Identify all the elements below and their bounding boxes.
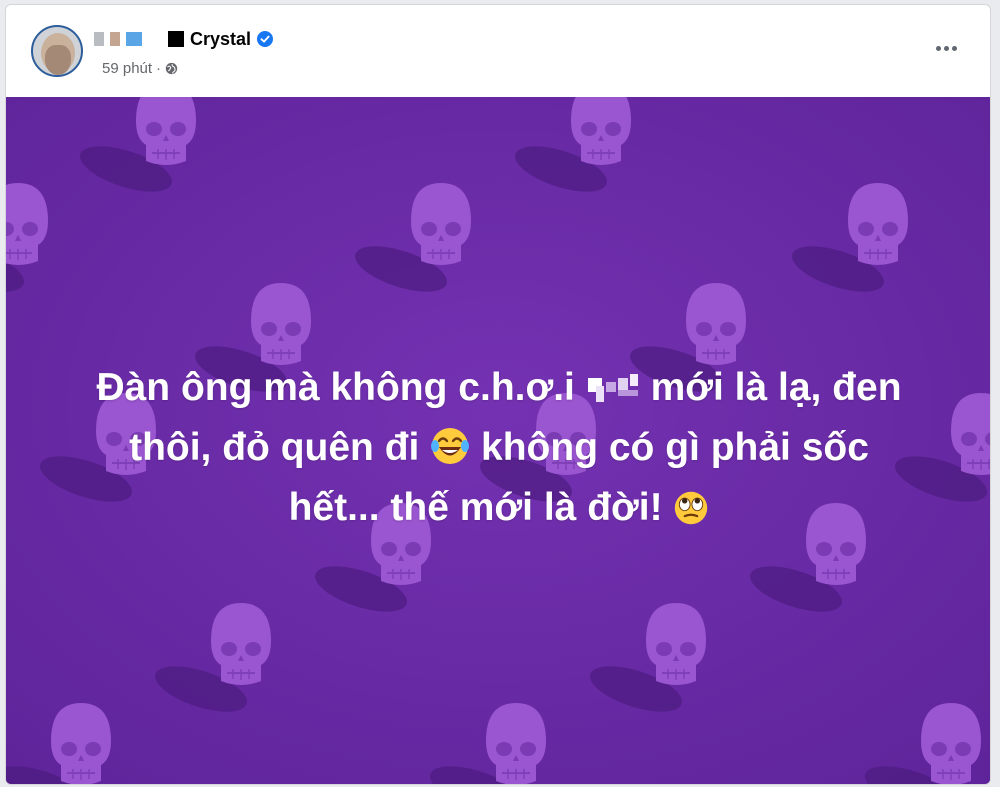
face-with-tears-of-joy-emoji — [431, 428, 470, 464]
post-card: Crystal 59 phút · Đàn ông mà không c.h.ơ… — [5, 4, 991, 785]
censored-word-pixelation — [587, 374, 638, 402]
globe-icon — [165, 62, 178, 75]
censored-name-block — [126, 32, 142, 46]
post-image[interactable]: Đàn ông mà không c.h.ơ.i mới là lạ, đen … — [6, 97, 990, 784]
post-text-line2-end: không có gì phải sốc — [481, 426, 869, 469]
meta-separator: · — [156, 60, 162, 77]
post-text-line2-start: thôi, đỏ quên đi — [129, 426, 420, 469]
post-header: Crystal 59 phút · — [6, 5, 990, 95]
more-options-icon[interactable] — [936, 41, 962, 55]
post-text-line1-end: mới là lạ, đen — [650, 366, 902, 409]
author-name[interactable]: Crystal — [190, 29, 251, 50]
post-text-line3: hết... thế mới là đời! — [288, 486, 663, 529]
post-meta: 59 phút · — [102, 60, 178, 77]
post-text-line-1: Đàn ông mà không c.h.ơ.i mới là lạ, đen — [46, 358, 952, 418]
post-text-line-2: thôi, đỏ quên đi không có gì phải sốc — [46, 418, 952, 478]
post-timestamp[interactable]: 59 phút — [102, 60, 152, 77]
censored-name-block — [94, 32, 104, 46]
censored-name-block — [110, 32, 120, 46]
author-name-row: Crystal — [94, 27, 274, 51]
author-avatar[interactable] — [31, 25, 83, 77]
verified-badge-icon — [257, 31, 274, 47]
post-text-line1-start: Đàn ông mà không c.h.ơ.i — [96, 366, 575, 409]
post-text-line-3: hết... thế mới là đời! — [46, 478, 952, 538]
censored-name-block — [168, 31, 184, 47]
face-with-rolling-eyes-emoji — [675, 491, 708, 525]
